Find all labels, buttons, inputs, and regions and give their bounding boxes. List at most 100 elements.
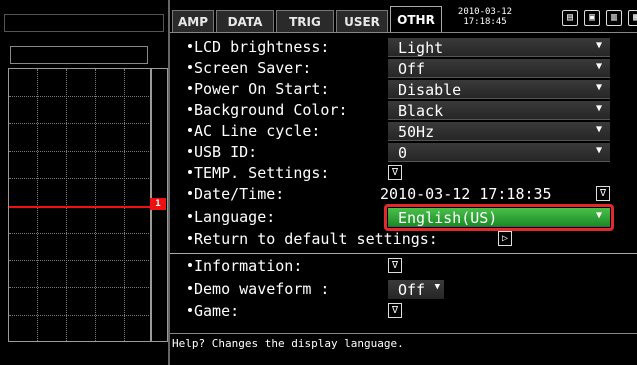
bullet-icon bbox=[188, 286, 192, 290]
ac-line-cycle-dropdown[interactable]: 50Hz ▼ bbox=[388, 122, 610, 141]
setting-label: LCD brightness: bbox=[188, 37, 329, 58]
setting-label: Information: bbox=[188, 256, 302, 277]
game-expand-icon[interactable]: ∇ bbox=[388, 303, 402, 318]
return-default-label: Return to default settings: bbox=[194, 230, 438, 248]
grid-line bbox=[124, 69, 125, 341]
setting-label: TEMP. Settings: bbox=[188, 163, 329, 184]
grid-line bbox=[9, 260, 151, 261]
tab-user[interactable]: USER bbox=[336, 10, 388, 32]
grid-line bbox=[37, 69, 38, 341]
section-divider bbox=[170, 253, 637, 254]
language-label: Language: bbox=[194, 208, 276, 226]
dropdown-arrow-icon: ▼ bbox=[595, 61, 602, 72]
bullet-icon bbox=[188, 65, 192, 69]
temp-settings-expand-icon[interactable]: ∇ bbox=[388, 165, 402, 180]
dropdown-arrow-icon: ▼ bbox=[434, 282, 440, 292]
grid-line bbox=[9, 233, 151, 234]
setting-label: Demo waveform : bbox=[188, 279, 329, 300]
waveform-grid bbox=[8, 68, 153, 342]
clock-time: 17:18:45 bbox=[463, 17, 507, 27]
game-label: Game: bbox=[194, 302, 240, 320]
demo-waveform-dropdown[interactable]: Off ▼ bbox=[388, 280, 444, 299]
demo-waveform-value: Off bbox=[398, 281, 426, 299]
information-expand-icon[interactable]: ∇ bbox=[388, 258, 402, 273]
setting-lcd-brightness: LCD brightness: Light ▼ bbox=[170, 37, 637, 58]
setting-return-default: Return to default settings: ▷ bbox=[170, 229, 637, 250]
bullet-icon bbox=[188, 128, 192, 132]
temp-settings-label: TEMP. Settings: bbox=[194, 164, 330, 182]
memory-icon: ▤ bbox=[562, 10, 578, 26]
clock: 2010-03-12 17:18:45 bbox=[446, 7, 524, 27]
dropdown-arrow-icon: ▼ bbox=[595, 40, 602, 51]
lcd-brightness-value: Light bbox=[398, 39, 444, 57]
bullet-icon bbox=[188, 236, 192, 240]
bullet-icon bbox=[188, 44, 192, 48]
setting-ac-line-cycle: AC Line cycle: 50Hz ▼ bbox=[170, 121, 637, 142]
bullet-icon bbox=[188, 263, 192, 267]
grid-line bbox=[9, 178, 151, 179]
setting-label: Background Color: bbox=[188, 100, 348, 121]
screen-saver-label: Screen Saver: bbox=[194, 59, 312, 77]
date-time-value[interactable]: 2010-03-12 17:18:35 bbox=[380, 184, 552, 205]
screen-saver-value: Off bbox=[398, 60, 426, 78]
dropdown-arrow-icon: ▼ bbox=[595, 145, 602, 156]
setting-background-color: Background Color: Black ▼ bbox=[170, 100, 637, 121]
setting-label: USB ID: bbox=[188, 142, 257, 163]
setting-label: AC Line cycle: bbox=[188, 121, 320, 142]
grid-line bbox=[95, 69, 96, 341]
settings-panel: LCD brightness: Light ▼ Screen Saver: Off… bbox=[170, 32, 637, 333]
bullet-icon bbox=[188, 214, 192, 218]
dropdown-arrow-icon: ▼ bbox=[595, 103, 602, 114]
background-color-value: Black bbox=[398, 102, 444, 120]
power-on-start-dropdown[interactable]: Disable ▼ bbox=[388, 80, 610, 99]
lcd-brightness-dropdown[interactable]: Light ▼ bbox=[388, 38, 610, 57]
bullet-icon bbox=[188, 107, 192, 111]
ac-line-cycle-value: 50Hz bbox=[398, 123, 435, 141]
waveform-trace bbox=[9, 206, 153, 208]
setting-label: Language: bbox=[188, 207, 275, 228]
help-line: Help? Changes the display language. bbox=[170, 333, 637, 353]
setting-game: Game: ∇ bbox=[170, 301, 637, 322]
grid-line bbox=[9, 96, 151, 97]
tab-data[interactable]: DATA bbox=[216, 10, 274, 32]
setting-label: Return to default settings: bbox=[188, 229, 438, 250]
device-screen: 1 AMP DATA TRIG USER OTHR 2010-03-12 17:… bbox=[0, 0, 637, 365]
usb-id-value: 0 bbox=[398, 144, 408, 162]
power-on-start-label: Power On Start: bbox=[194, 80, 330, 98]
tab-bar: AMP DATA TRIG USER OTHR 2010-03-12 17:18… bbox=[170, 0, 637, 32]
background-color-label: Background Color: bbox=[194, 101, 348, 119]
lcd-brightness-label: LCD brightness: bbox=[194, 38, 330, 56]
demo-waveform-label: Demo waveform : bbox=[194, 280, 330, 298]
setting-temp-settings: TEMP. Settings: ∇ bbox=[170, 163, 637, 184]
setting-label: Game: bbox=[188, 301, 239, 322]
grid-line bbox=[66, 69, 67, 341]
setting-label: Screen Saver: bbox=[188, 58, 311, 79]
setting-information: Information: ∇ bbox=[170, 256, 637, 277]
bullet-icon bbox=[188, 308, 192, 312]
setting-label: Date/Time: bbox=[188, 184, 284, 205]
tab-amp[interactable]: AMP bbox=[172, 10, 214, 32]
bullet-icon bbox=[188, 86, 192, 90]
setting-date-time: Date/Time: 2010-03-12 17:18:35 ∇ bbox=[170, 184, 637, 205]
usb-id-dropdown[interactable]: 0 ▼ bbox=[388, 143, 610, 162]
tab-othr[interactable]: OTHR bbox=[390, 6, 442, 32]
battery-icon: ▦ bbox=[628, 10, 637, 26]
setting-screen-saver: Screen Saver: Off ▼ bbox=[170, 58, 637, 79]
background-color-dropdown[interactable]: Black ▼ bbox=[388, 101, 610, 120]
tab-trig[interactable]: TRIG bbox=[276, 10, 334, 32]
play-icon[interactable]: ▷ bbox=[498, 231, 512, 246]
power-on-start-value: Disable bbox=[398, 81, 462, 99]
usb-icon: ▥ bbox=[606, 10, 622, 26]
date-time-label: Date/Time: bbox=[194, 185, 285, 203]
information-label: Information: bbox=[194, 257, 303, 275]
dropdown-arrow-icon: ▼ bbox=[595, 82, 602, 93]
grid-line bbox=[9, 151, 151, 152]
dropdown-arrow-icon: ▼ bbox=[595, 124, 602, 135]
date-time-expand-icon[interactable]: ∇ bbox=[596, 186, 610, 201]
screen-saver-dropdown[interactable]: Off ▼ bbox=[388, 59, 610, 78]
channel-marker[interactable]: 1 bbox=[150, 198, 166, 210]
card-icon: ▣ bbox=[584, 10, 600, 26]
setting-language: Language: English(US) ▼ bbox=[170, 204, 637, 231]
bullet-icon bbox=[188, 170, 192, 174]
setting-demo-waveform: Demo waveform : Off ▼ bbox=[170, 279, 637, 300]
